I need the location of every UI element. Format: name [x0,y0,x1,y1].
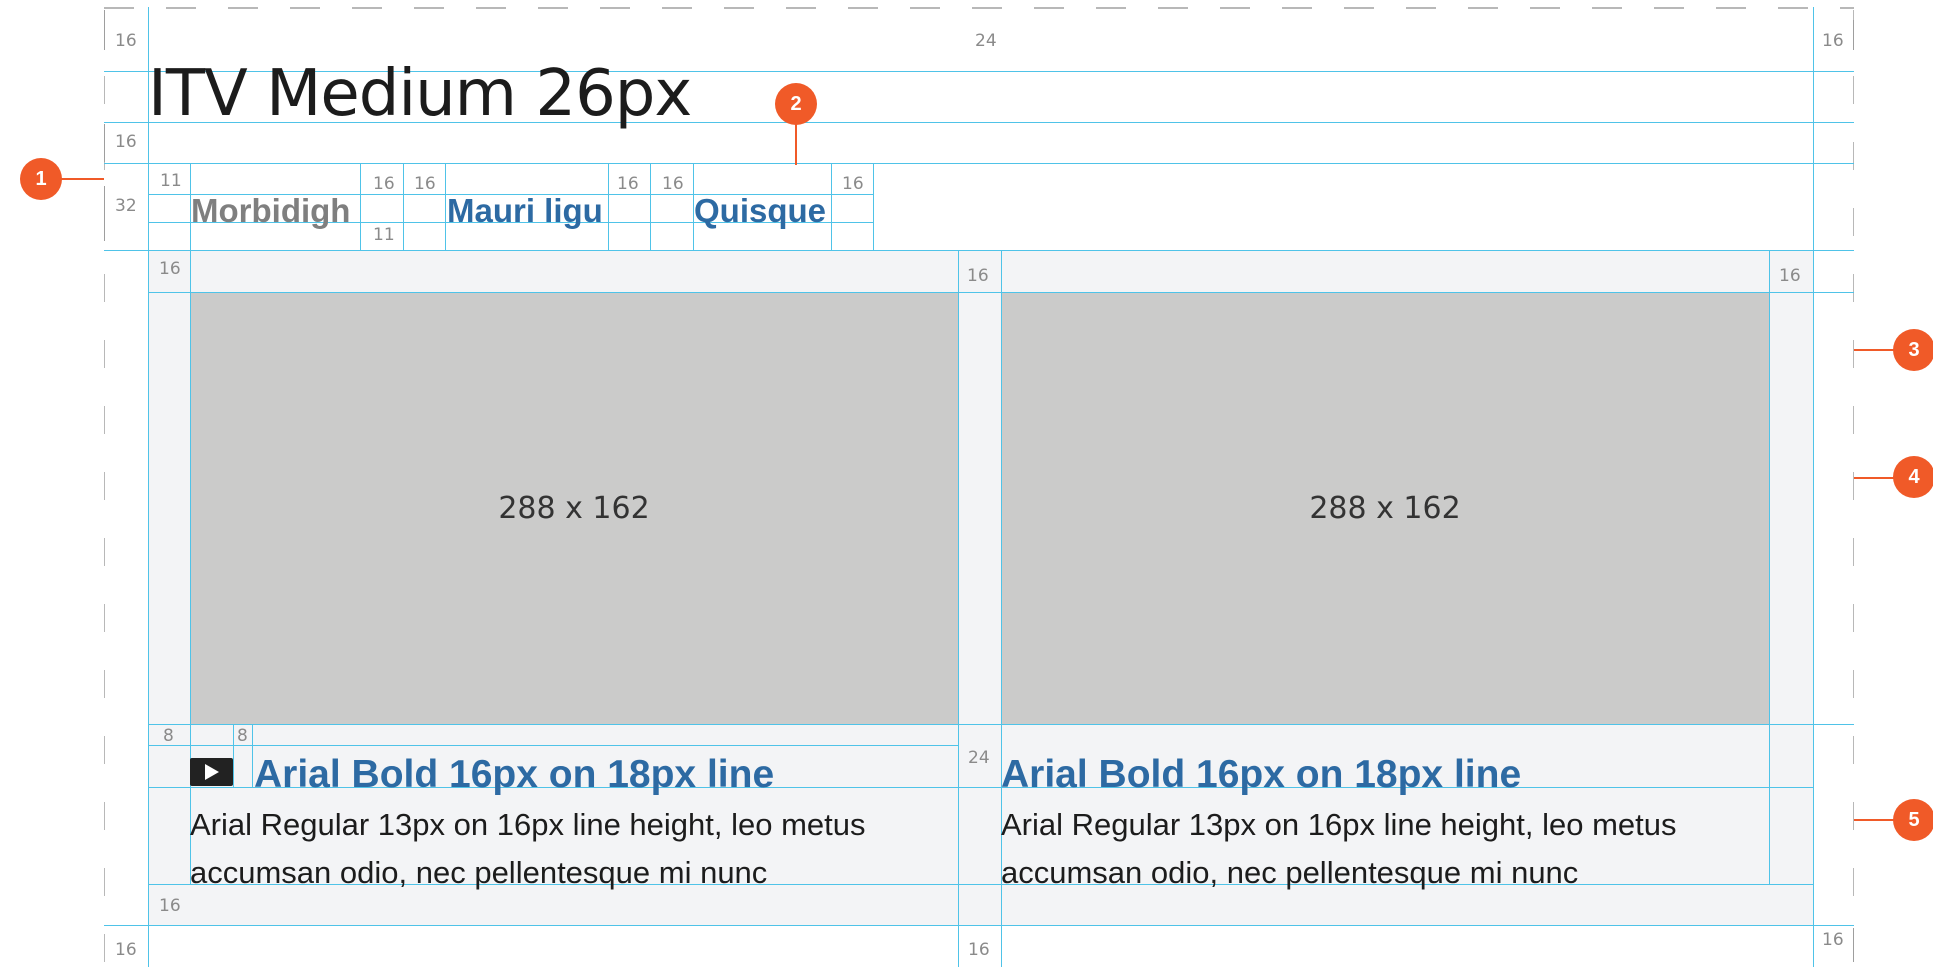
measurement-label: 8 [163,726,174,746]
guide-line [831,163,832,250]
guide-line [104,163,1854,164]
guide-line [958,250,959,967]
play-icon [190,758,233,786]
guide-line [190,250,191,885]
measurement-label: 16 [115,940,137,960]
measurement-label: 16 [373,174,395,194]
measurement-label: 16 [115,31,137,51]
outer-frame-top [104,7,1854,9]
card-description-line: accumsan odio, nec pellentesque mi nunc [190,855,768,890]
measurement-label: 11 [373,225,395,245]
guide-line [1813,7,1814,967]
measurement-label: 16 [414,174,436,194]
thumbnail-size-label: 288 x 162 [498,490,650,526]
outer-frame-right [1853,10,1854,965]
measure-tick [104,124,105,162]
measure-tick [104,10,105,50]
card-title[interactable]: Arial Bold 16px on 18px line [254,755,774,794]
guide-line [1769,250,1770,885]
card-description-line: accumsan odio, nec pellentesque mi nunc [1001,855,1579,890]
callout-badge: 2 [775,83,817,125]
measurement-label: 16 [159,259,181,279]
measurement-label: 16 [968,940,990,960]
callout-badge: 3 [1893,329,1933,371]
guide-line [360,163,361,250]
measurement-label: 24 [975,31,997,51]
guide-line [252,724,253,787]
thumbnail-size-label: 288 x 162 [1309,490,1461,526]
tab-morbidigh[interactable]: Morbidigh [191,194,350,227]
measurement-label: 16 [115,132,137,152]
measure-tick [1853,20,1854,50]
callout-leader [795,123,797,165]
callout-leader [60,178,104,180]
guide-line [104,925,1854,926]
guide-line [650,163,651,250]
card-description-line: Arial Regular 13px on 16px line height, … [190,807,866,842]
callout-badge: 1 [20,158,62,200]
measurement-label: 32 [115,196,137,216]
measurement-label: 16 [1822,31,1844,51]
guide-line [233,724,234,787]
guide-line [445,163,446,250]
card-description-line: Arial Regular 13px on 16px line height, … [1001,807,1677,842]
measure-tick [104,186,105,241]
measurement-label: 16 [967,266,989,286]
page-title: ITV Medium 26px [148,57,692,131]
guide-line [873,163,874,250]
thumbnail-placeholder: 288 x 162 [190,292,958,724]
measurement-label: 16 [662,174,684,194]
guide-line [608,163,609,250]
measurement-label: 16 [842,174,864,194]
measurement-label: 16 [1822,930,1844,950]
guide-line [148,7,149,967]
thumbnail-placeholder: 288 x 162 [1001,292,1769,724]
callout-badge: 4 [1893,456,1933,498]
callout-badge: 5 [1893,799,1933,841]
measure-tick [1853,928,1854,962]
measurement-label: 24 [968,748,990,768]
tab-mauri-ligu[interactable]: Mauri ligu [447,194,603,227]
guide-line [104,250,1854,251]
guide-line [148,745,958,746]
tab-quisque[interactable]: Quisque [694,194,826,227]
measurement-label: 16 [159,896,181,916]
measurement-label: 8 [237,726,248,746]
card-title[interactable]: Arial Bold 16px on 18px line [1001,755,1521,794]
measurement-label: 16 [1779,266,1801,286]
measurement-label: 11 [160,171,182,191]
measurement-label: 16 [617,174,639,194]
guide-line [403,163,404,250]
